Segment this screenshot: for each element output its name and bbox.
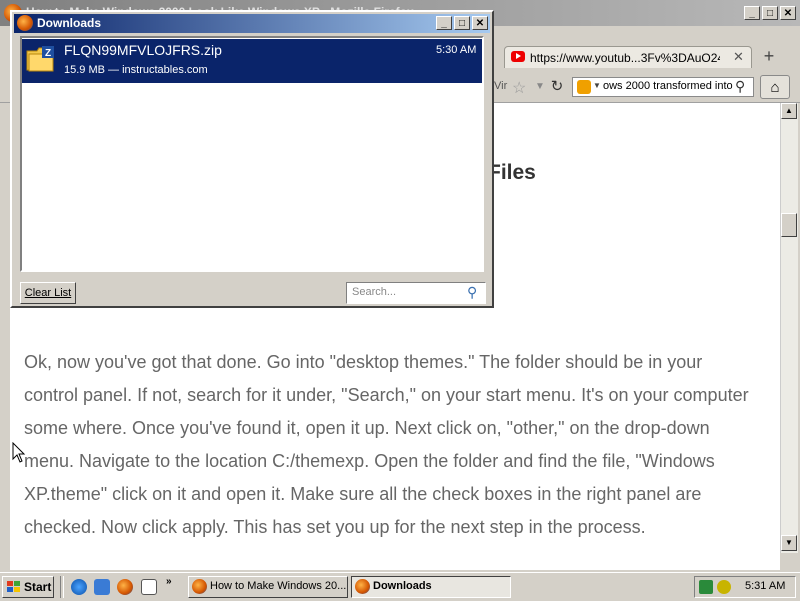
windows-logo-icon [7, 581, 20, 592]
clock[interactable]: 5:31 AM [745, 580, 785, 592]
download-time: 5:30 AM [436, 44, 477, 56]
notepad-icon[interactable] [141, 579, 157, 595]
zip-file-icon: Z [26, 46, 54, 72]
vertical-scrollbar[interactable]: ▲ ▼ [780, 103, 798, 553]
mouse-cursor-icon [12, 442, 26, 463]
tab-close-icon[interactable]: ✕ [733, 49, 744, 65]
scroll-down-icon[interactable]: ▼ [781, 535, 797, 551]
scroll-up-icon[interactable]: ▲ [781, 103, 797, 119]
url-dropdown-icon[interactable]: ▼ [535, 81, 545, 92]
search-input[interactable]: ows 2000 transformed into [603, 80, 735, 92]
close-button[interactable]: ✕ [472, 16, 488, 30]
clear-list-button[interactable]: Clear List [20, 282, 76, 304]
firefox-icon[interactable] [117, 579, 133, 595]
url-fragment[interactable]: Vir [494, 80, 507, 92]
task-label: How to Make Windows 20... [210, 580, 347, 592]
download-details: 15.9 MB — instructables.com [64, 64, 208, 76]
firefox-icon [355, 579, 370, 594]
downloads-title: Downloads [37, 16, 102, 30]
article-paragraph: Ok, now you've got that done. Go into "d… [24, 352, 749, 537]
outlook-icon[interactable] [94, 579, 110, 595]
start-button[interactable]: Start [2, 576, 54, 598]
reload-icon[interactable]: ↻ [548, 77, 566, 95]
home-button[interactable]: ⌂ [760, 75, 790, 99]
home-icon: ⌂ [770, 79, 780, 96]
download-item[interactable]: Z FLQN99MFVLOJFRS.zip 15.9 MB — instruct… [22, 39, 482, 83]
start-label: Start [24, 580, 52, 594]
close-button[interactable]: ✕ [780, 6, 796, 20]
bookmark-star-icon[interactable]: ☆ [512, 78, 526, 98]
minimize-button[interactable]: _ [744, 6, 760, 20]
scroll-thumb[interactable] [781, 213, 797, 237]
taskbar: Start » How to Make Windows 20... Downlo… [0, 572, 800, 601]
downloads-window: Downloads _ □ ✕ Z FLQN99MFVLOJFRS.zip 15… [10, 10, 494, 308]
downloads-search-input[interactable]: Search... ⚲ [346, 282, 486, 304]
quicklaunch-chevron-icon[interactable]: » [166, 576, 172, 587]
search-engine-icon[interactable] [577, 80, 591, 94]
system-tray: 5:31 AM [694, 576, 796, 598]
search-icon[interactable]: ⚲ [467, 284, 477, 301]
downloads-titlebar[interactable]: Downloads _ □ ✕ [14, 14, 490, 33]
taskbar-button-browser[interactable]: How to Make Windows 20... [188, 576, 348, 598]
search-placeholder: Search... [352, 286, 397, 298]
search-engine-dropdown-icon[interactable]: ▼ [593, 81, 601, 90]
ie-icon[interactable] [71, 579, 87, 595]
svg-text:Z: Z [45, 48, 51, 59]
search-icon[interactable]: ⚲ [735, 78, 745, 95]
step-heading: Files [488, 161, 536, 184]
downloads-list[interactable]: Z FLQN99MFVLOJFRS.zip 15.9 MB — instruct… [20, 36, 484, 272]
minimize-button[interactable]: _ [436, 16, 452, 30]
new-tab-button[interactable]: + [756, 46, 782, 68]
firefox-icon [192, 579, 207, 594]
network-icon[interactable] [699, 580, 713, 594]
youtube-icon [511, 51, 525, 62]
maximize-button[interactable]: □ [762, 6, 778, 20]
task-label: Downloads [373, 580, 432, 592]
taskbar-button-downloads[interactable]: Downloads [351, 576, 511, 598]
tab-youtube[interactable]: https://www.youtub...3Fv%3DAuO24T6jVc ✕ [504, 46, 752, 68]
maximize-button[interactable]: □ [454, 16, 470, 30]
volume-icon[interactable] [717, 580, 731, 594]
search-bar[interactable]: ▼ ows 2000 transformed into ⚲ [572, 77, 754, 97]
firefox-icon [17, 15, 33, 31]
taskbar-divider [60, 576, 64, 598]
tab-label: https://www.youtub...3Fv%3DAuO24T6jVc [530, 51, 720, 65]
download-filename: FLQN99MFVLOJFRS.zip [64, 42, 222, 58]
